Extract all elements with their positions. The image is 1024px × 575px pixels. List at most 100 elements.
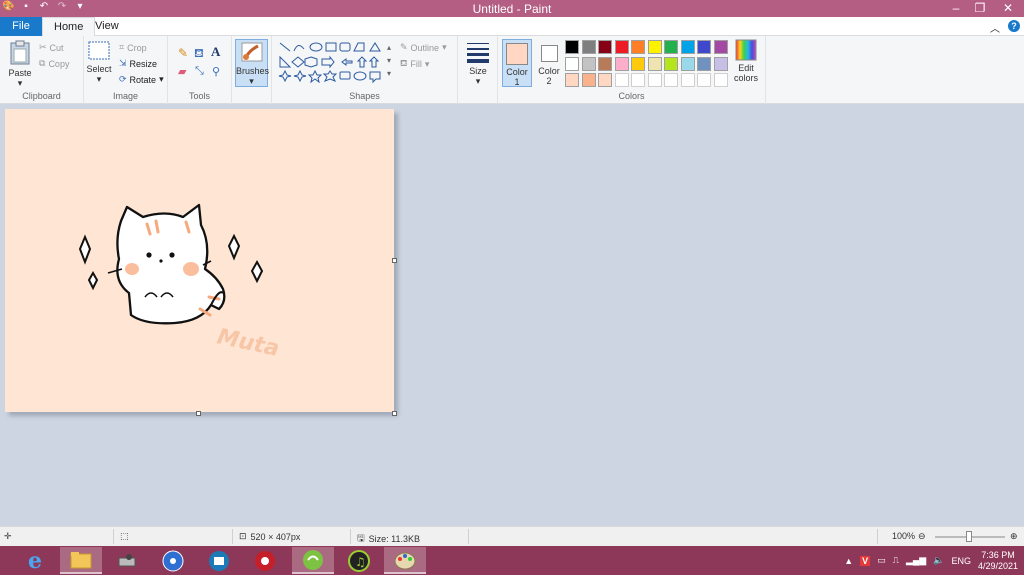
size-button[interactable]: Size ▾: [463, 40, 493, 87]
palette-swatch[interactable]: [697, 73, 711, 87]
resize-icon: ⇲: [119, 58, 127, 68]
copy-label: Copy: [48, 58, 70, 69]
color2-label: Color: [538, 66, 560, 76]
help-icon[interactable]: ?: [1008, 20, 1020, 32]
crop-icon: ⌗: [119, 42, 125, 52]
palette-swatch[interactable]: [647, 73, 662, 87]
outline-button[interactable]: ✎ Outline ▾: [400, 42, 447, 53]
system-tray: ▲ V ▭ ⎍ ▂▄▆ 🔈 ENG 7:36 PM 4/29/2021: [844, 546, 1024, 575]
minimize-button[interactable]: –: [944, 0, 968, 17]
shapes-group: ▴ ▾ ▾ ✎ Outline ▾ ⛾ Fill ▾ Shapes: [272, 36, 458, 104]
volume-icon[interactable]: 🔈: [933, 555, 944, 566]
crop-button[interactable]: ⌗ Crop: [119, 42, 147, 53]
palette-swatch[interactable]: [565, 56, 579, 71]
workspace[interactable]: Muta: [0, 104, 1024, 526]
palette-swatch[interactable]: [713, 40, 728, 54]
palette-swatch[interactable]: [697, 40, 711, 54]
cut-button[interactable]: ✂ Cut: [39, 42, 64, 53]
paint-taskbar-icon[interactable]: [384, 547, 426, 574]
palette-swatch[interactable]: [713, 56, 728, 71]
zoom-in-button[interactable]: ⊕: [1010, 531, 1018, 542]
palette-swatch[interactable]: [664, 40, 678, 54]
palette-swatch[interactable]: [581, 56, 596, 71]
magnifier-icon[interactable]: ⚲: [212, 65, 220, 78]
greenshot-icon[interactable]: [292, 547, 334, 574]
status-bar: ✛ ⬚ ⊡ 520 × 407px 🖫 Size: 11.3KB 100% ⊖ …: [0, 526, 1024, 546]
size-group: Size ▾: [458, 36, 498, 104]
close-button[interactable]: ✕: [992, 0, 1024, 17]
palette-swatch[interactable]: [614, 73, 629, 87]
palette-swatch[interactable]: [664, 73, 678, 87]
fill-bucket-icon[interactable]: ⛾: [194, 46, 204, 62]
music-app-icon[interactable]: ♫: [338, 547, 380, 574]
file-explorer-icon[interactable]: [60, 547, 102, 574]
color1-button[interactable]: Color 1: [502, 39, 532, 87]
clock[interactable]: 7:36 PM 4/29/2021: [978, 550, 1018, 572]
network-icon[interactable]: ▂▄▆: [906, 555, 926, 566]
palette-swatch[interactable]: [565, 73, 579, 87]
fill-button[interactable]: ⛾ Fill ▾: [400, 58, 429, 70]
edit-colors-label: Edit: [738, 63, 754, 73]
palette-swatch[interactable]: [680, 56, 695, 71]
pencil-icon[interactable]: ✎: [178, 46, 188, 60]
maximize-button[interactable]: ❐: [968, 0, 992, 17]
copy-button[interactable]: ⧉ Copy: [39, 58, 69, 69]
paste-button[interactable]: Paste ▾: [6, 40, 34, 89]
palette-swatch[interactable]: [581, 73, 596, 87]
color2-swatch: [540, 45, 558, 62]
edit-colors-button[interactable]: Edit colors: [731, 39, 761, 83]
show-hidden-icons[interactable]: ▲: [844, 556, 853, 566]
palette-swatch[interactable]: [598, 73, 612, 87]
select-dropdown-icon[interactable]: ▾: [86, 74, 112, 85]
select-button[interactable]: Select ▾: [86, 40, 112, 85]
shapes-gallery[interactable]: [278, 41, 390, 85]
palette-swatch[interactable]: [697, 56, 711, 71]
internet-explorer-icon[interactable]: e: [14, 547, 56, 574]
palette-swatch[interactable]: [614, 40, 629, 54]
color1-swatch: [506, 43, 528, 65]
clipboard-group: Paste ▾ ✂ Cut ⧉ Copy Clipboard: [0, 36, 84, 104]
drawing-canvas[interactable]: Muta: [5, 109, 394, 412]
palette-swatch[interactable]: [565, 40, 579, 54]
brushes-button[interactable]: Brushes ▾: [235, 39, 269, 87]
shapes-scroll[interactable]: ▴ ▾ ▾: [387, 41, 391, 80]
tab-file[interactable]: File: [0, 17, 42, 36]
antivirus-icon[interactable]: V: [860, 555, 871, 566]
language-indicator[interactable]: ENG: [951, 556, 971, 566]
canvas-resize-handle-bottom[interactable]: [196, 411, 201, 416]
canvas-resize-handle-right[interactable]: [392, 258, 397, 263]
palette-swatch[interactable]: [581, 40, 596, 54]
zoom-out-button[interactable]: ⊖: [918, 531, 926, 542]
color-picker-icon[interactable]: ⤡: [195, 65, 204, 78]
canvas-resize-handle-corner[interactable]: [392, 411, 397, 416]
palette-swatch[interactable]: [647, 40, 662, 54]
palette-swatch[interactable]: [598, 56, 612, 71]
display-icon[interactable]: ▭: [877, 555, 886, 566]
paste-dropdown-icon[interactable]: ▾: [6, 78, 34, 89]
text-tool-icon[interactable]: A: [211, 44, 220, 60]
palette-swatch[interactable]: [713, 73, 728, 87]
palette-swatch[interactable]: [680, 73, 695, 87]
scissors-icon: ✂: [39, 42, 47, 52]
resize-button[interactable]: ⇲ Resize: [119, 58, 157, 69]
palette-swatch[interactable]: [631, 73, 645, 87]
eraser-icon[interactable]: ▰: [178, 65, 186, 78]
zoom-text: 100%: [892, 531, 916, 541]
scanner-app-icon[interactable]: [106, 547, 148, 574]
palette-swatch[interactable]: [631, 56, 645, 71]
recorder-app-icon[interactable]: [244, 547, 286, 574]
usb-icon[interactable]: ⎍: [893, 555, 899, 566]
color2-button[interactable]: Color 2: [535, 39, 563, 87]
zoom-slider-thumb[interactable]: [966, 531, 972, 542]
tab-view[interactable]: View: [84, 17, 130, 36]
collapse-ribbon-icon[interactable]: ︿: [990, 20, 1000, 35]
palette-swatch[interactable]: [598, 40, 612, 54]
disc-app-icon[interactable]: [152, 547, 194, 574]
rotate-button[interactable]: ⟳ Rotate ▾: [119, 74, 164, 85]
palette-swatch[interactable]: [631, 40, 645, 54]
palette-swatch[interactable]: [664, 56, 678, 71]
palette-swatch[interactable]: [680, 40, 695, 54]
palette-swatch[interactable]: [647, 56, 662, 71]
film-app-icon[interactable]: [198, 547, 240, 574]
palette-swatch[interactable]: [614, 56, 629, 71]
